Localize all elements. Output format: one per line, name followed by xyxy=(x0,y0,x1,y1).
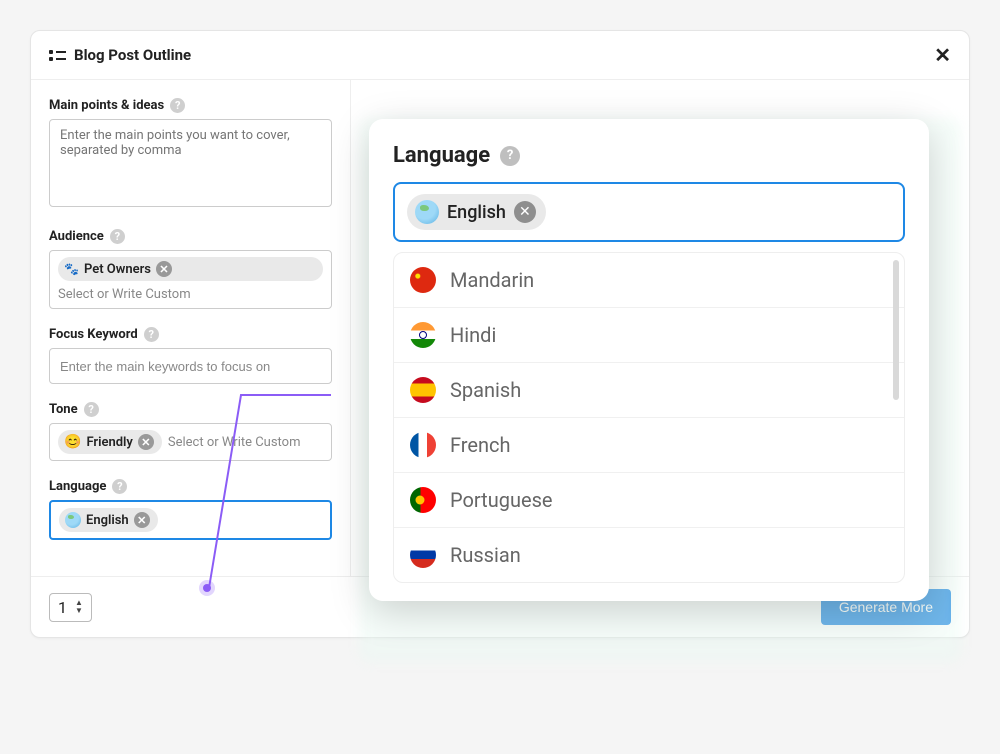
language-input[interactable]: English ✕ xyxy=(49,500,332,540)
main-points-input[interactable] xyxy=(49,119,332,207)
count-stepper[interactable]: 1 ▲▼ xyxy=(49,593,92,622)
language-tag[interactable]: English ✕ xyxy=(59,508,158,532)
flag-icon-pt xyxy=(410,487,436,513)
audience-input[interactable]: 🐾 Pet Owners ✕ Select or Write Custom xyxy=(49,250,332,309)
remove-tag-icon[interactable]: ✕ xyxy=(138,434,154,450)
flag-icon-es xyxy=(410,377,436,403)
focus-keyword-field: Focus Keyword ? xyxy=(49,327,332,384)
outline-icon xyxy=(49,50,66,61)
language-option-label: Russian xyxy=(450,543,521,567)
globe-icon xyxy=(415,200,439,224)
panel-header: Blog Post Outline ✕ xyxy=(31,31,969,80)
language-option-label: French xyxy=(450,433,511,457)
tone-tag[interactable]: 😊 Friendly ✕ xyxy=(58,430,162,454)
main-points-label: Main points & ideas xyxy=(49,98,164,113)
language-option-russian[interactable]: Russian xyxy=(394,527,904,582)
language-option-hindi[interactable]: Hindi xyxy=(394,307,904,362)
overlay-selected-tag[interactable]: English ✕ xyxy=(407,194,546,230)
audience-field: Audience ? 🐾 Pet Owners ✕ Select or Writ… xyxy=(49,229,332,309)
language-option-label: Portuguese xyxy=(450,488,553,512)
focus-keyword-input[interactable] xyxy=(49,348,332,384)
language-option-label: Hindi xyxy=(450,323,496,347)
scrollbar[interactable] xyxy=(893,260,899,400)
language-option-mandarin[interactable]: Mandarin xyxy=(394,253,904,307)
tone-placeholder: Select or Write Custom xyxy=(168,435,301,450)
language-dropdown-overlay: Language ? English ✕ Mandarin Hindi Spanis… xyxy=(369,119,929,601)
close-icon[interactable]: ✕ xyxy=(934,43,951,67)
language-field: Language ? English ✕ xyxy=(49,479,332,540)
tone-input[interactable]: 😊 Friendly ✕ Select or Write Custom xyxy=(49,423,332,461)
language-option-portuguese[interactable]: Portuguese xyxy=(394,472,904,527)
flag-icon-in xyxy=(410,322,436,348)
overlay-selected-box[interactable]: English ✕ xyxy=(393,182,905,242)
language-options-list: Mandarin Hindi Spanish French Portuguese Russ… xyxy=(393,252,905,583)
main-points-field: Main points & ideas ? xyxy=(49,98,332,211)
blog-post-outline-panel: Blog Post Outline ✕ Main points & ideas … xyxy=(30,30,970,638)
flag-icon-fr xyxy=(410,432,436,458)
count-value: 1 xyxy=(58,598,67,617)
remove-tag-icon[interactable]: ✕ xyxy=(134,512,150,528)
remove-tag-icon[interactable]: ✕ xyxy=(514,201,536,223)
help-icon[interactable]: ? xyxy=(500,146,520,166)
form-column: Main points & ideas ? Audience ? 🐾 Pet O… xyxy=(31,80,351,576)
paw-icon: 🐾 xyxy=(64,262,79,276)
tone-label: Tone xyxy=(49,402,78,417)
help-icon[interactable]: ? xyxy=(144,327,159,342)
language-option-label: Spanish xyxy=(450,378,521,402)
language-option-label: Mandarin xyxy=(450,268,534,292)
focus-keyword-label: Focus Keyword xyxy=(49,327,138,342)
stepper-arrows[interactable]: ▲▼ xyxy=(75,599,83,615)
language-option-spanish[interactable]: Spanish xyxy=(394,362,904,417)
flag-icon-cn xyxy=(410,267,436,293)
help-icon[interactable]: ? xyxy=(112,479,127,494)
help-icon[interactable]: ? xyxy=(170,98,185,113)
overlay-title: Language xyxy=(393,143,490,168)
annotation-dot xyxy=(199,580,215,596)
flag-icon-ru xyxy=(410,542,436,568)
audience-tag[interactable]: 🐾 Pet Owners ✕ xyxy=(58,257,323,281)
language-option-french[interactable]: French xyxy=(394,417,904,472)
audience-placeholder: Select or Write Custom xyxy=(58,287,323,302)
remove-tag-icon[interactable]: ✕ xyxy=(156,261,172,277)
help-icon[interactable]: ? xyxy=(110,229,125,244)
language-label: Language xyxy=(49,479,106,494)
panel-title: Blog Post Outline xyxy=(74,46,191,64)
tone-field: Tone ? 😊 Friendly ✕ Select or Write Cust… xyxy=(49,402,332,461)
friendly-icon: 😊 xyxy=(64,434,81,450)
help-icon[interactable]: ? xyxy=(84,402,99,417)
audience-label: Audience xyxy=(49,229,104,244)
globe-icon xyxy=(65,512,81,528)
